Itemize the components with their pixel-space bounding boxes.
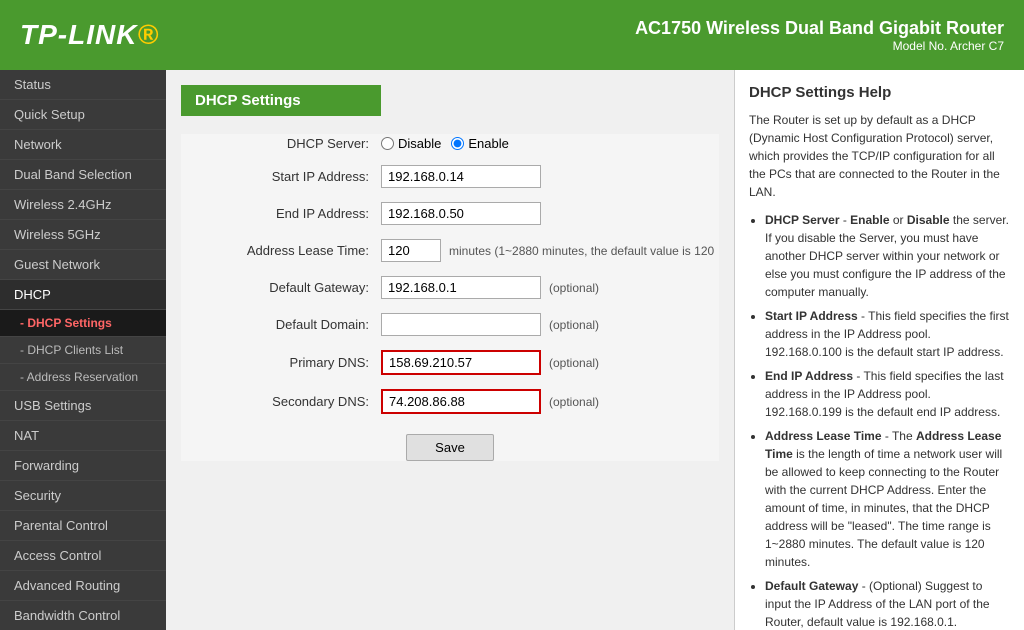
header: TP-LINK® AC1750 Wireless Dual Band Gigab…	[0, 0, 1024, 70]
lease-time-label: Address Lease Time:	[181, 243, 381, 258]
help-item-start-ip: Start IP Address - This field specifies …	[765, 307, 1010, 361]
sidebar-item-bandwidth[interactable]: Bandwidth Control	[0, 601, 166, 630]
start-ip-input[interactable]	[381, 165, 541, 188]
domain-input[interactable]	[381, 313, 541, 336]
sidebar-item-nat[interactable]: NAT	[0, 421, 166, 451]
header-title: AC1750 Wireless Dual Band Gigabit Router	[635, 18, 1004, 39]
primary-dns-row: Primary DNS: (optional)	[181, 348, 719, 377]
header-model: Model No. Archer C7	[635, 39, 1004, 53]
sidebar-item-status[interactable]: Status	[0, 70, 166, 100]
dhcp-disable-radio[interactable]	[381, 137, 394, 150]
logo-text: TP-LINK®	[20, 19, 159, 50]
dhcp-disable-text: Disable	[398, 136, 441, 151]
sidebar-item-access-control[interactable]: Access Control	[0, 541, 166, 571]
lease-time-input[interactable]	[381, 239, 441, 262]
gateway-note: (optional)	[549, 281, 599, 295]
sidebar-item-dhcp[interactable]: DHCP	[0, 280, 166, 310]
sidebar-item-quick-setup[interactable]: Quick Setup	[0, 100, 166, 130]
end-ip-input[interactable]	[381, 202, 541, 225]
save-button[interactable]: Save	[406, 434, 494, 461]
end-ip-row: End IP Address:	[181, 200, 719, 227]
dhcp-enable-label[interactable]: Enable	[451, 136, 508, 151]
sidebar-sub-dhcp-settings[interactable]: - DHCP Settings	[0, 310, 166, 337]
sidebar-item-wireless-24[interactable]: Wireless 2.4GHz	[0, 190, 166, 220]
end-ip-label: End IP Address:	[181, 206, 381, 221]
sidebar-item-advanced-routing[interactable]: Advanced Routing	[0, 571, 166, 601]
sidebar-item-network[interactable]: Network	[0, 130, 166, 160]
sidebar-sub-address-reservation[interactable]: - Address Reservation	[0, 364, 166, 391]
gateway-row: Default Gateway: (optional)	[181, 274, 719, 301]
help-item-lease-time: Address Lease Time - The Address Lease T…	[765, 427, 1010, 571]
sidebar-item-security[interactable]: Security	[0, 481, 166, 511]
help-item-end-ip: End IP Address - This field specifies th…	[765, 367, 1010, 421]
gateway-label: Default Gateway:	[181, 280, 381, 295]
dhcp-enable-radio[interactable]	[451, 137, 464, 150]
page-heading: DHCP Settings	[181, 85, 381, 116]
help-list: DHCP Server - Enable or Disable the serv…	[749, 211, 1010, 630]
secondary-dns-note: (optional)	[549, 395, 599, 409]
help-panel: DHCP Settings Help The Router is set up …	[734, 70, 1024, 630]
dhcp-settings-form: DHCP Server: Disable Enable Start IP Add…	[181, 134, 719, 461]
dhcp-disable-label[interactable]: Disable	[381, 136, 441, 151]
start-ip-label: Start IP Address:	[181, 169, 381, 184]
sidebar-item-usb[interactable]: USB Settings	[0, 391, 166, 421]
dhcp-server-row: DHCP Server: Disable Enable	[181, 134, 719, 153]
start-ip-row: Start IP Address:	[181, 163, 719, 190]
save-button-row: Save	[181, 434, 719, 461]
help-item-dhcp-server: DHCP Server - Enable or Disable the serv…	[765, 211, 1010, 301]
sidebar: Status Quick Setup Network Dual Band Sel…	[0, 70, 166, 630]
dhcp-server-label: DHCP Server:	[181, 136, 381, 151]
domain-note: (optional)	[549, 318, 599, 332]
secondary-dns-input[interactable]	[381, 389, 541, 414]
sidebar-sub-dhcp-clients[interactable]: - DHCP Clients List	[0, 337, 166, 364]
help-intro: The Router is set up by default as a DHC…	[749, 111, 1010, 201]
lease-time-note: minutes (1~2880 minutes, the default val…	[449, 244, 714, 258]
main-content: DHCP Settings DHCP Server: Disable Enabl…	[166, 70, 734, 630]
gateway-input[interactable]	[381, 276, 541, 299]
header-right: AC1750 Wireless Dual Band Gigabit Router…	[635, 18, 1004, 53]
logo-dot: ®	[137, 19, 159, 50]
help-title: DHCP Settings Help	[749, 84, 1010, 101]
primary-dns-label: Primary DNS:	[181, 355, 381, 370]
logo: TP-LINK®	[20, 19, 159, 51]
dhcp-server-radio-group: Disable Enable	[381, 136, 509, 151]
sidebar-item-wireless-5[interactable]: Wireless 5GHz	[0, 220, 166, 250]
secondary-dns-label: Secondary DNS:	[181, 394, 381, 409]
layout: Status Quick Setup Network Dual Band Sel…	[0, 70, 1024, 630]
sidebar-item-forwarding[interactable]: Forwarding	[0, 451, 166, 481]
domain-row: Default Domain: (optional)	[181, 311, 719, 338]
lease-time-row: Address Lease Time: minutes (1~2880 minu…	[181, 237, 719, 264]
primary-dns-input[interactable]	[381, 350, 541, 375]
sidebar-item-parental[interactable]: Parental Control	[0, 511, 166, 541]
help-item-gateway: Default Gateway - (Optional) Suggest to …	[765, 577, 1010, 630]
domain-label: Default Domain:	[181, 317, 381, 332]
secondary-dns-row: Secondary DNS: (optional)	[181, 387, 719, 416]
sidebar-item-dual-band[interactable]: Dual Band Selection	[0, 160, 166, 190]
sidebar-item-guest-network[interactable]: Guest Network	[0, 250, 166, 280]
dhcp-enable-text: Enable	[468, 136, 508, 151]
primary-dns-note: (optional)	[549, 356, 599, 370]
